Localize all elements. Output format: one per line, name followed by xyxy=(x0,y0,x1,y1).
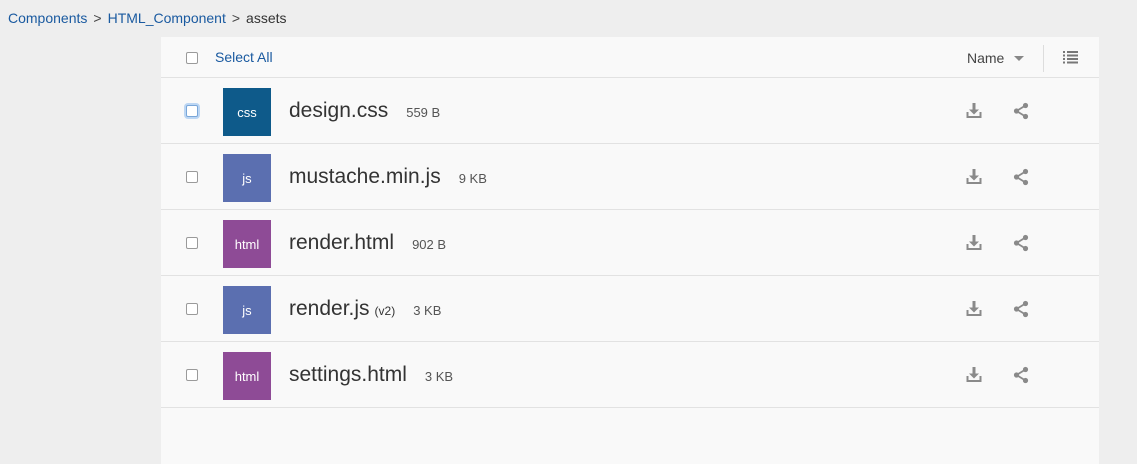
file-row[interactable]: html render.html 902 B xyxy=(161,210,1099,276)
file-name: render.js xyxy=(289,297,370,320)
file-version: (v2) xyxy=(374,304,396,318)
select-all-link[interactable]: Select All xyxy=(215,49,273,65)
share-icon[interactable] xyxy=(1011,167,1031,187)
breadcrumb-current: assets xyxy=(246,10,287,26)
file-name: render.html xyxy=(289,231,395,254)
file-name-link[interactable]: render.js (v2) 3 KB xyxy=(289,297,441,321)
file-checkbox[interactable] xyxy=(186,171,198,183)
file-row[interactable]: html settings.html 3 KB xyxy=(161,342,1099,408)
file-list: css design.css 559 B js mustache.min.js … xyxy=(161,78,1099,408)
file-type-label: css xyxy=(237,104,257,120)
breadcrumb-link-components[interactable]: Components xyxy=(8,10,87,26)
header-divider xyxy=(1043,45,1044,72)
file-checkbox[interactable] xyxy=(186,369,198,381)
file-row[interactable]: js render.js (v2) 3 KB xyxy=(161,276,1099,342)
file-size: 902 B xyxy=(412,237,447,252)
file-list-panel: Select All Name css design.css 559 B js … xyxy=(161,37,1099,464)
file-checkbox[interactable] xyxy=(186,237,198,249)
sort-dropdown[interactable]: Name xyxy=(967,50,1025,66)
file-type-icon: html xyxy=(223,352,271,400)
download-icon[interactable] xyxy=(964,365,984,385)
breadcrumb-separator: > xyxy=(231,10,241,26)
file-size: 559 B xyxy=(406,105,441,120)
file-type-label: js xyxy=(242,302,252,318)
caret-down-icon xyxy=(1014,55,1025,61)
share-icon[interactable] xyxy=(1011,299,1031,319)
breadcrumb-separator: > xyxy=(93,10,102,26)
file-list-header: Select All Name xyxy=(161,37,1099,78)
share-icon[interactable] xyxy=(1011,365,1031,385)
file-name-link[interactable]: design.css 559 B xyxy=(289,99,440,123)
file-name: settings.html xyxy=(289,363,407,386)
file-type-icon: html xyxy=(223,220,271,268)
download-icon[interactable] xyxy=(964,101,984,121)
file-row[interactable]: js mustache.min.js 9 KB xyxy=(161,144,1099,210)
file-type-icon: js xyxy=(223,286,271,334)
list-view-icon[interactable] xyxy=(1063,51,1078,69)
file-row[interactable]: css design.css 559 B xyxy=(161,78,1099,144)
file-size: 3 KB xyxy=(413,303,442,318)
breadcrumb: Components > HTML_Component > assets xyxy=(8,10,287,26)
file-type-label: js xyxy=(242,170,252,186)
file-name-link[interactable]: mustache.min.js 9 KB xyxy=(289,165,487,189)
file-type-label: html xyxy=(234,236,260,252)
breadcrumb-link-html-component[interactable]: HTML_Component xyxy=(108,10,226,26)
share-icon[interactable] xyxy=(1011,233,1031,253)
file-type-label: html xyxy=(234,368,260,384)
file-type-icon: js xyxy=(223,154,271,202)
file-name-link[interactable]: render.html 902 B xyxy=(289,231,446,255)
file-type-icon: css xyxy=(223,88,271,136)
file-checkbox[interactable] xyxy=(186,105,198,117)
share-icon[interactable] xyxy=(1011,101,1031,121)
sort-label: Name xyxy=(967,50,1005,66)
download-icon[interactable] xyxy=(964,233,984,253)
download-icon[interactable] xyxy=(964,167,984,187)
file-size: 9 KB xyxy=(458,171,487,186)
file-name: mustache.min.js xyxy=(289,165,441,188)
file-checkbox[interactable] xyxy=(186,303,198,315)
file-size: 3 KB xyxy=(424,369,454,384)
download-icon[interactable] xyxy=(964,299,984,319)
file-name-link[interactable]: settings.html 3 KB xyxy=(289,363,453,387)
file-name: design.css xyxy=(289,99,389,122)
select-all-checkbox[interactable] xyxy=(186,52,198,64)
